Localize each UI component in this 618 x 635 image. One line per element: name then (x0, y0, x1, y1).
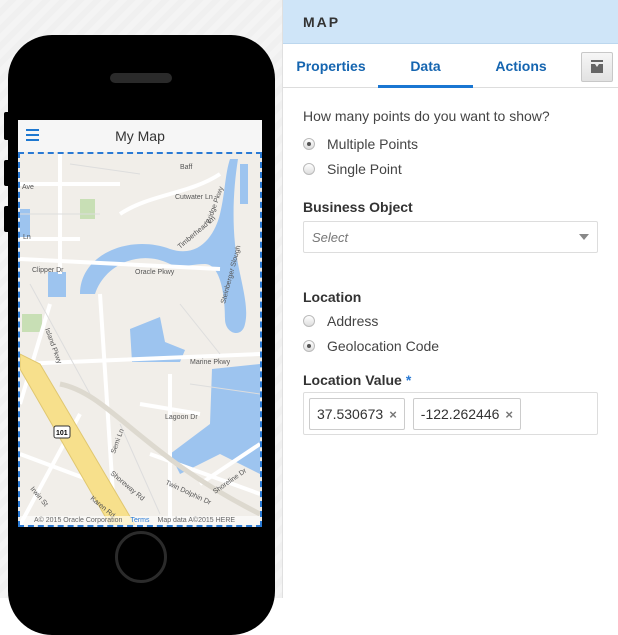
radio-label: Geolocation Code (327, 337, 440, 354)
street-label: Clipper Dr (32, 267, 64, 274)
phone-screen: My Map Ave Baff Cutwater Ln Bridge Pkwy … (18, 120, 262, 527)
highway-shield: 101 (56, 430, 68, 437)
street-label: Baff (180, 164, 192, 171)
radio-unchecked[interactable] (303, 314, 315, 327)
tab-actions[interactable]: Actions (481, 44, 561, 88)
collapse-panel-button[interactable] (581, 52, 613, 82)
radio-label: Address (327, 312, 379, 329)
app-header: My Map (18, 120, 262, 152)
location-value-label: Location Value * (303, 372, 598, 388)
street-label: Cutwater Ln (175, 194, 213, 201)
street-label: Ave (22, 184, 34, 191)
street-label: Lagoon Dr (165, 414, 198, 421)
location-label: Location (303, 289, 362, 305)
collapse-icon (591, 60, 603, 73)
phone-speaker (110, 73, 172, 83)
points-question: How many points do you want to show? (303, 108, 550, 124)
radio-geolocation-code[interactable]: Geolocation Code (303, 333, 598, 358)
map-attribution: A© 2015 Oracle Corporation Terms Map data … (20, 516, 260, 525)
select-placeholder: Select (312, 229, 349, 245)
tab-properties[interactable]: Properties (291, 44, 371, 88)
street-label: Ln (23, 234, 31, 241)
properties-panel: MAP Properties Data Actions How many poi… (282, 0, 618, 598)
radio-label: Multiple Points (327, 135, 419, 152)
panel-tabs: Properties Data Actions (283, 44, 618, 88)
business-object-label: Business Object (303, 199, 413, 215)
remove-icon[interactable]: × (389, 407, 397, 422)
map-component[interactable]: Ave Baff Cutwater Ln Bridge Pkwy Timberh… (18, 152, 262, 527)
tab-data[interactable]: Data (378, 44, 473, 88)
chip-text: -122.262446 (420, 406, 500, 422)
radio-multiple-points[interactable]: Multiple Points (303, 131, 598, 156)
map-tiles: Ave Baff Cutwater Ln Bridge Pkwy Timberh… (20, 154, 260, 525)
radio-checked[interactable] (303, 137, 315, 150)
radio-unchecked[interactable] (303, 162, 315, 175)
remove-icon[interactable]: × (505, 407, 513, 422)
app-title: My Map (115, 128, 165, 144)
business-object-select[interactable]: Select (303, 221, 598, 253)
phone-home-button (115, 531, 167, 583)
canvas-area: My Map Ave Baff Cutwater Ln Bridge Pkwy … (0, 0, 282, 635)
radio-label: Single Point (327, 160, 402, 177)
label-text: Location Value (303, 372, 402, 388)
required-marker: * (405, 372, 412, 388)
street-label: Oracle Pkwy (135, 269, 175, 276)
terms-link[interactable]: Terms (130, 517, 149, 524)
location-value-input[interactable]: 37.530673 × -122.262446 × (303, 392, 598, 435)
phone-frame: My Map Ave Baff Cutwater Ln Bridge Pkwy … (8, 35, 275, 635)
radio-address[interactable]: Address (303, 308, 598, 333)
value-chip: 37.530673 × (309, 398, 405, 430)
panel-title: MAP (283, 0, 618, 44)
street-label: Marine Pkwy (190, 359, 231, 366)
value-chip: -122.262446 × (412, 398, 522, 430)
map-data-text: Map data A©2015 HERE (157, 517, 236, 524)
chevron-down-icon (579, 234, 589, 240)
hamburger-icon[interactable] (26, 129, 39, 141)
chip-text: 37.530673 (317, 406, 384, 422)
copyright-text: A© 2015 Oracle Corporation (34, 517, 123, 524)
radio-single-point[interactable]: Single Point (303, 156, 598, 181)
radio-checked[interactable] (303, 339, 315, 352)
